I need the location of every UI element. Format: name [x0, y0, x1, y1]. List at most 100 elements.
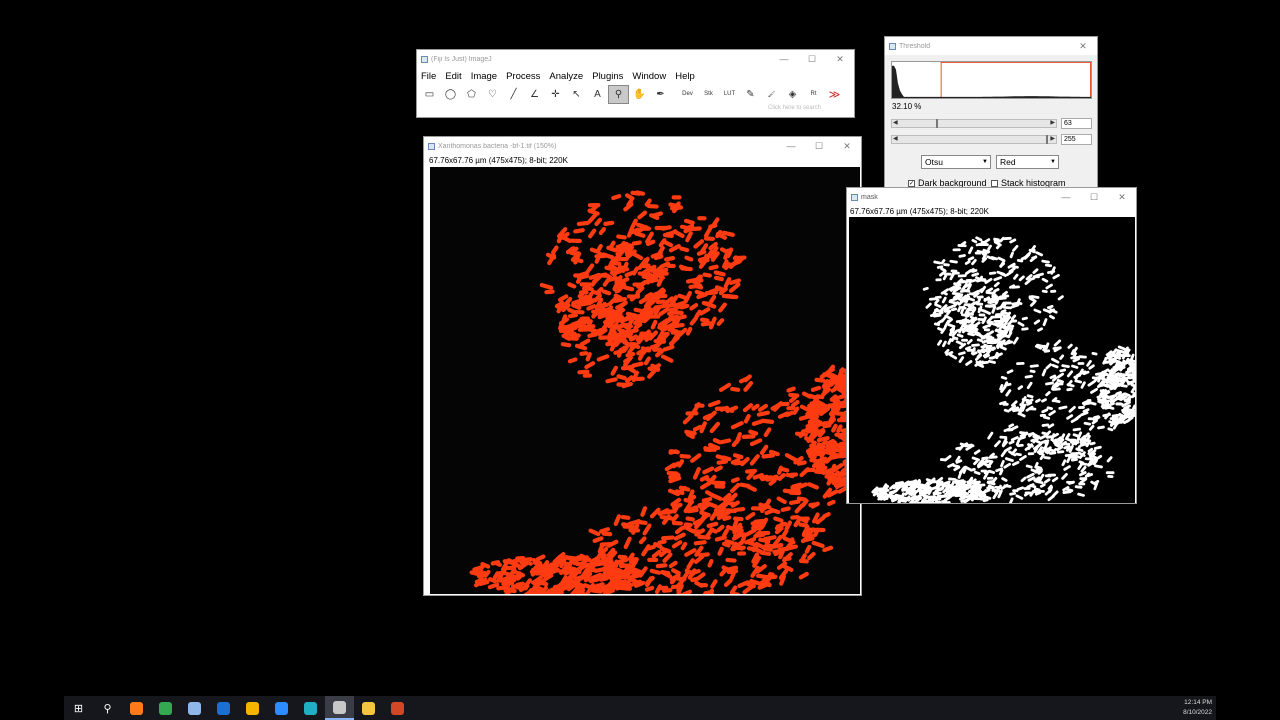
file-explorer-taskbar-button[interactable] — [354, 696, 383, 720]
bacterium-shape — [1002, 301, 1012, 305]
bacterium-shape — [1078, 406, 1085, 409]
hand-tool[interactable]: ✋ — [629, 85, 650, 104]
line-tool[interactable]: ╱ — [503, 85, 524, 104]
rectangle-tool[interactable]: ▭ — [419, 85, 440, 104]
bacterium-shape — [986, 476, 994, 480]
bacterium-shape — [1033, 319, 1041, 325]
roi-manager-tool[interactable]: Rt — [803, 85, 824, 104]
search-taskbar-button[interactable]: ⚲ — [93, 696, 122, 720]
max-threshold-value[interactable]: 255 — [1061, 134, 1092, 145]
bacterium-shape — [1107, 427, 1114, 432]
menu-file[interactable]: File — [421, 71, 436, 82]
lut-menu-tool[interactable]: LUT — [719, 85, 740, 104]
slider-right-arrow-icon[interactable]: ▶ — [1050, 135, 1055, 142]
firefox-taskbar-button[interactable] — [122, 696, 151, 720]
close-icon[interactable]: ✕ — [1108, 188, 1136, 206]
bacterium-shape — [1023, 487, 1031, 490]
minimize-icon[interactable]: — — [1052, 188, 1080, 206]
bacterium-shape — [1063, 465, 1071, 471]
brush-tool[interactable]: 🖌 — [761, 85, 782, 104]
flood-fill-tool[interactable]: ◈ — [782, 85, 803, 104]
bacterium-shape — [1061, 459, 1067, 467]
slider-left-arrow-icon[interactable]: ◀ — [893, 119, 898, 126]
bacterium-shape — [632, 580, 645, 586]
bacterium-shape — [987, 359, 996, 364]
chrome-profile-taskbar-button[interactable] — [238, 696, 267, 720]
start-button-taskbar-button[interactable]: ⊞ — [64, 696, 93, 720]
image-window-titlebar[interactable]: Xanthomonas bacteria -bf-1.tif (150%) — … — [424, 137, 861, 155]
menu-edit[interactable]: Edit — [445, 71, 461, 82]
threshold-method-dropdown[interactable]: Otsu ▼ — [921, 155, 991, 169]
max-slider-thumb[interactable] — [1046, 135, 1048, 144]
bacterium-shape — [1002, 236, 1012, 241]
powerpoint-taskbar-button[interactable] — [383, 696, 412, 720]
checkbox-box[interactable] — [991, 179, 998, 187]
bacteria-image-canvas[interactable] — [428, 167, 860, 594]
menu-window[interactable]: Window — [632, 71, 666, 82]
text-tool[interactable]: A — [587, 85, 608, 104]
min-threshold-value[interactable]: 63 — [1061, 118, 1092, 129]
point-tool[interactable]: ✛ — [545, 85, 566, 104]
min-threshold-slider[interactable]: ◀ ▶ — [891, 119, 1057, 128]
more-tools-button[interactable]: ≫ — [824, 85, 845, 104]
menu-help[interactable]: Help — [675, 71, 695, 82]
bacterium-shape — [1041, 368, 1047, 377]
bacterium-shape — [937, 339, 943, 346]
magnifier-tool[interactable]: ⚲ — [608, 84, 629, 104]
menu-process[interactable]: Process — [506, 71, 540, 82]
bacterium-shape — [723, 578, 733, 588]
pencil-tool[interactable]: ✎ — [740, 85, 761, 104]
bacterium-shape — [987, 431, 994, 440]
polygon-tool[interactable]: ⬠ — [461, 85, 482, 104]
bacterium-shape — [957, 274, 967, 278]
close-icon[interactable]: ✕ — [1069, 37, 1097, 55]
close-icon[interactable]: ✕ — [833, 137, 861, 155]
wand-tool[interactable]: ↖ — [566, 85, 587, 104]
minimize-icon[interactable]: — — [777, 137, 805, 155]
notepad-taskbar-button[interactable] — [180, 696, 209, 720]
maximize-icon[interactable]: ☐ — [798, 50, 826, 68]
max-threshold-slider[interactable]: ◀ ▶ — [891, 135, 1057, 144]
slider-left-arrow-icon[interactable]: ◀ — [893, 135, 898, 142]
stacks-menu-tool[interactable]: Stk — [698, 85, 719, 104]
outlook-taskbar-button[interactable] — [209, 696, 238, 720]
chrome-profile-icon — [246, 701, 259, 715]
maximize-icon[interactable]: ☐ — [805, 137, 833, 155]
minimize-icon[interactable]: — — [770, 50, 798, 68]
zoom-taskbar-button[interactable] — [267, 696, 296, 720]
bacterium-shape — [614, 583, 628, 588]
oval-tool[interactable]: ◯ — [440, 85, 461, 104]
threshold-titlebar[interactable]: Threshold ✕ — [885, 37, 1097, 55]
bacterium-shape — [943, 272, 952, 276]
menu-image[interactable]: Image — [471, 71, 497, 82]
bacterium-shape — [1045, 363, 1052, 370]
menu-plugins[interactable]: Plugins — [592, 71, 623, 82]
imagej-titlebar[interactable]: (Fiji Is Just) ImageJ — ☐ ✕ — [417, 50, 854, 68]
fiji-taskbar-button[interactable] — [325, 696, 354, 720]
threshold-display-dropdown[interactable]: Red ▼ — [996, 155, 1059, 169]
bacterium-shape — [718, 382, 732, 392]
chrome-taskbar-button[interactable] — [151, 696, 180, 720]
menu-analyze[interactable]: Analyze — [549, 71, 583, 82]
bacterium-shape — [814, 377, 826, 383]
search-field[interactable]: Click here to search — [768, 105, 848, 111]
threshold-window: Threshold ✕ 32.10 % ◀ ▶ 63 ◀ ▶ 255 Otsu … — [884, 36, 1098, 190]
bacterium-shape — [1050, 266, 1056, 275]
min-slider-thumb[interactable] — [936, 119, 939, 128]
checkbox-box[interactable]: ✓ — [908, 179, 915, 187]
color-picker-tool[interactable]: ✒ — [650, 85, 671, 104]
mask-image-canvas[interactable] — [849, 217, 1135, 503]
angle-tool[interactable]: ∠ — [524, 85, 545, 104]
bacterium-shape — [1003, 427, 1011, 433]
system-clock[interactable]: 12:14 PM 8/10/2022 — [1183, 698, 1212, 718]
slider-right-arrow-icon[interactable]: ▶ — [1050, 119, 1055, 126]
close-icon[interactable]: ✕ — [826, 50, 854, 68]
bacterium-shape — [1090, 387, 1098, 394]
edge-taskbar-button[interactable] — [296, 696, 325, 720]
developer-menu-tool[interactable]: Dev — [677, 85, 698, 104]
imagej-statusbar: Click here to search — [417, 104, 854, 117]
mask-window-titlebar[interactable]: mask — ☐ ✕ — [847, 188, 1136, 206]
maximize-icon[interactable]: ☐ — [1080, 188, 1108, 206]
bacterium-shape — [1053, 399, 1061, 404]
freehand-tool[interactable]: ♡ — [482, 85, 503, 104]
